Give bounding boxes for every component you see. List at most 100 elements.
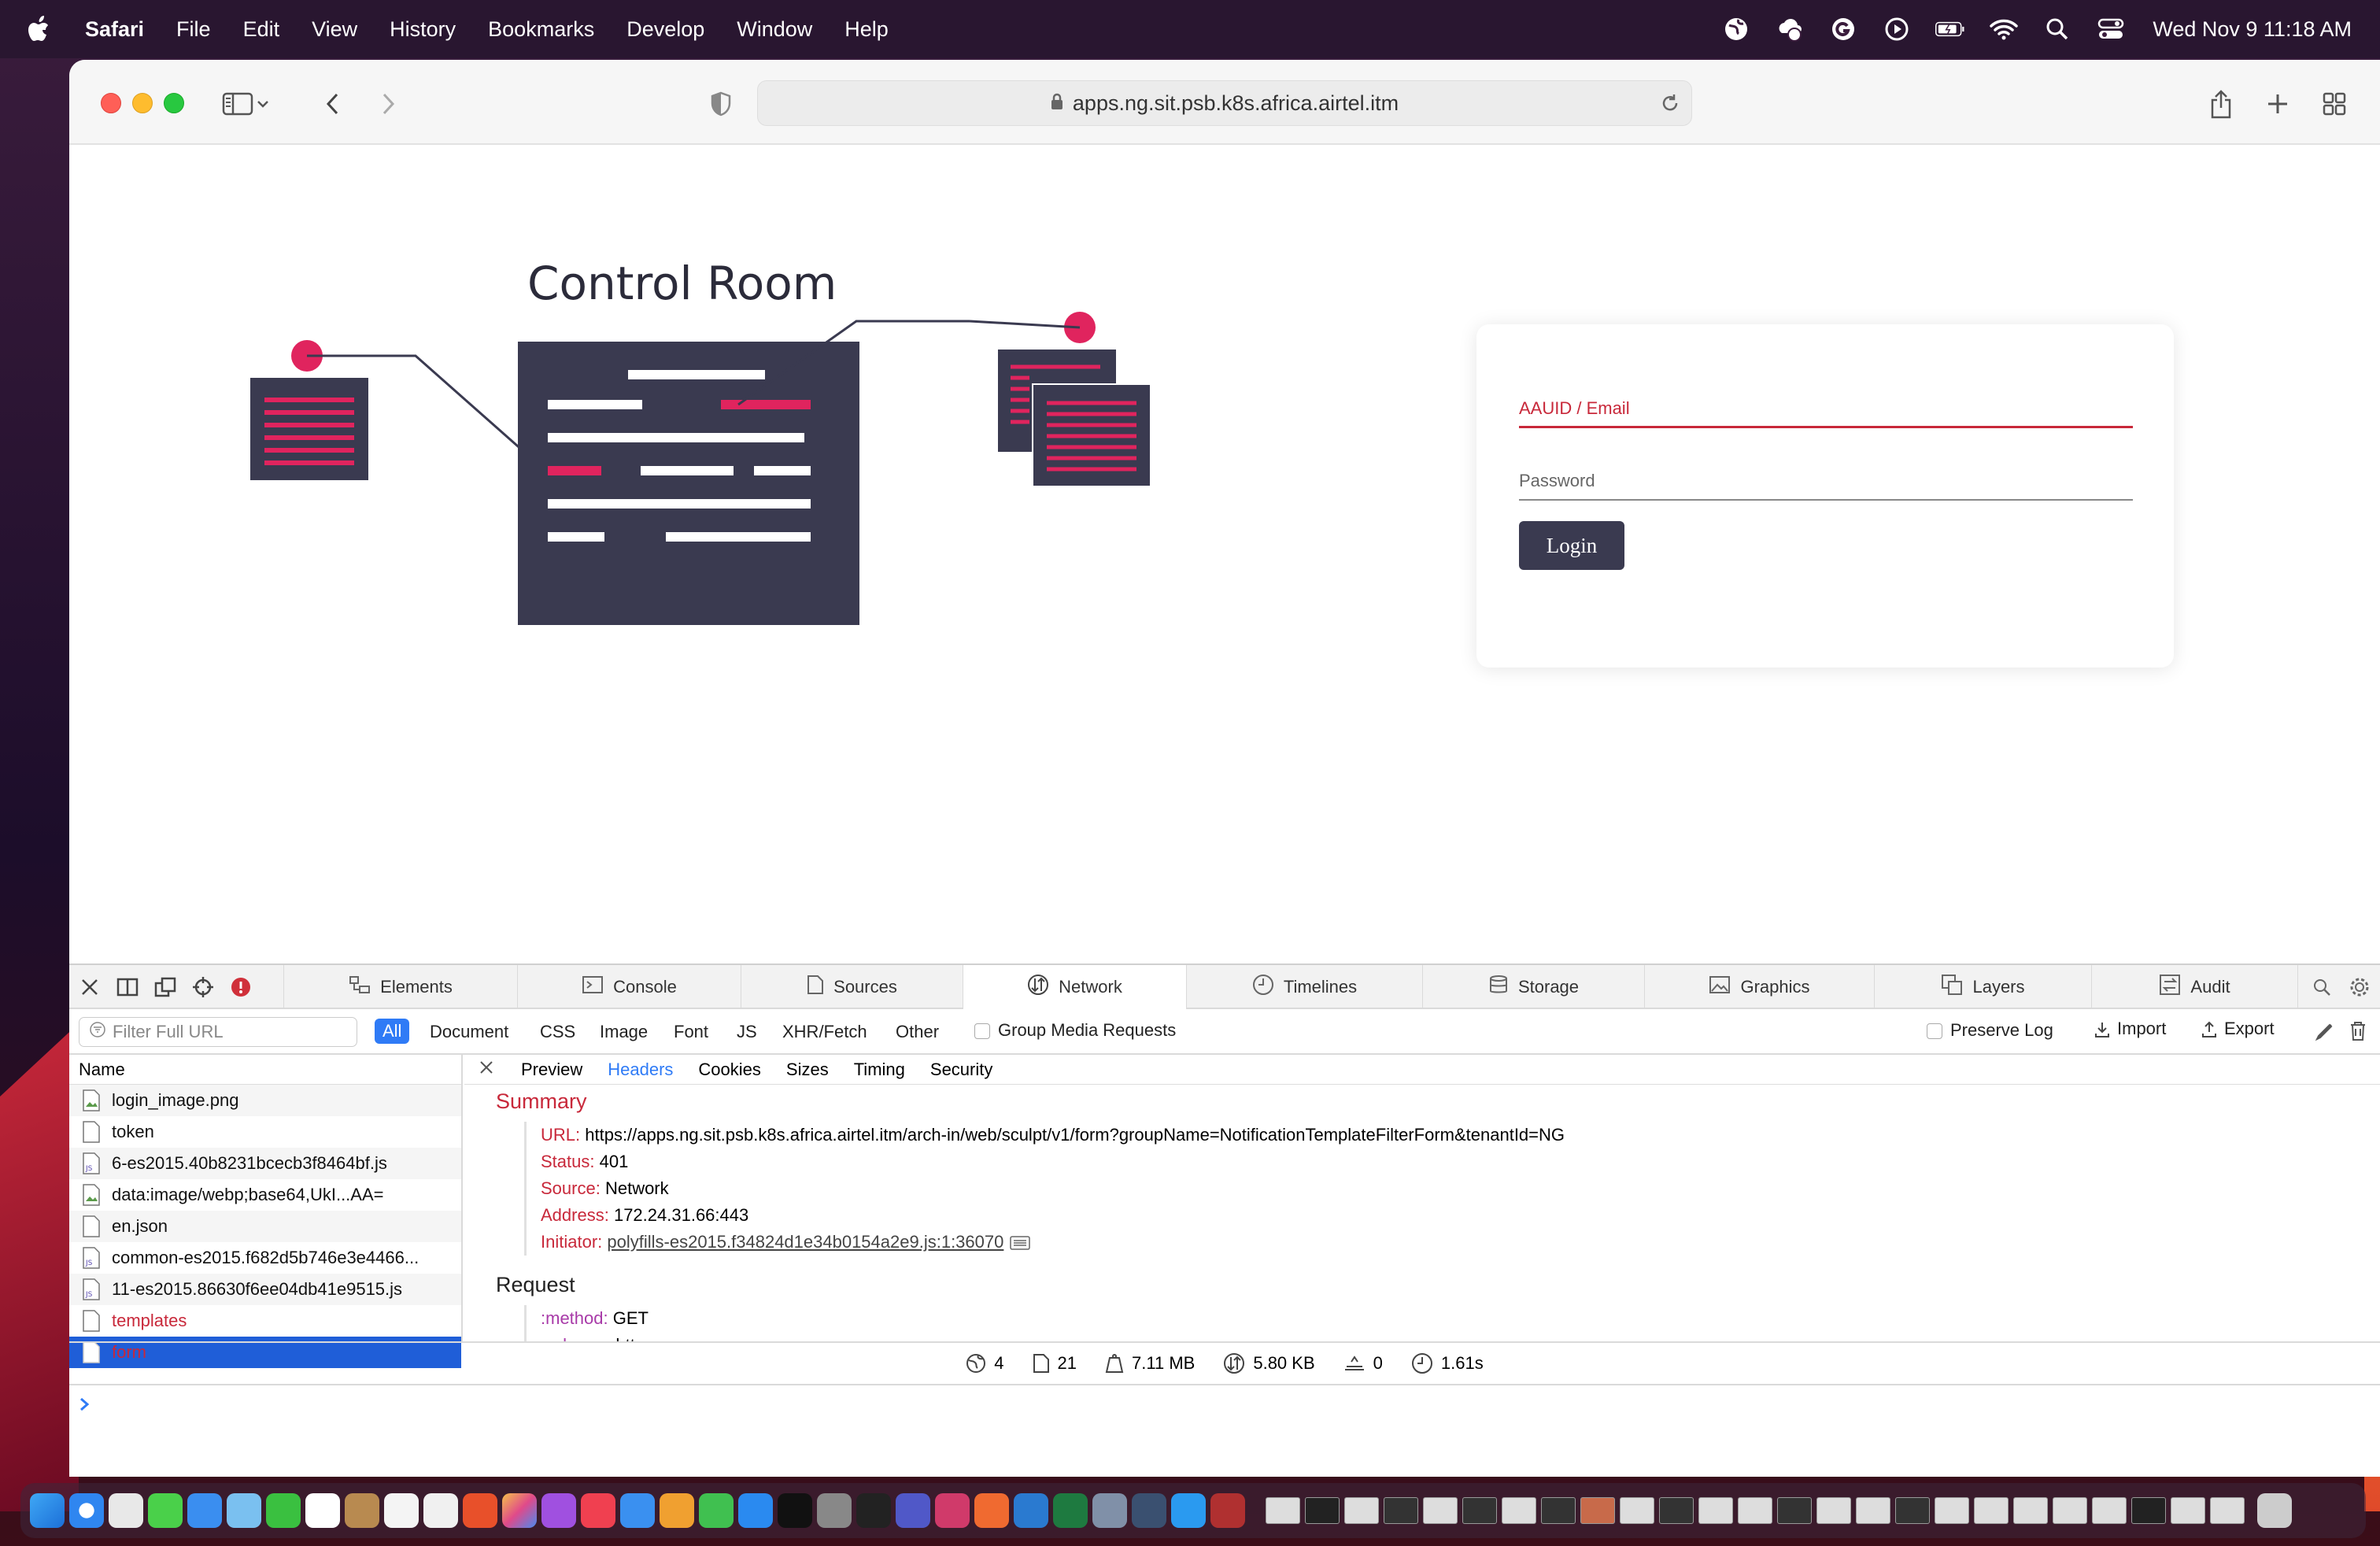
address-bar[interactable]: apps.ng.sit.psb.k8s.africa.airtel.itm [757,80,1692,126]
preserve-log-checkbox[interactable]: Preserve Log [1927,1020,2053,1041]
minimized-window[interactable] [1502,1497,1536,1524]
window-close-button[interactable] [101,93,121,113]
menu-history[interactable]: History [390,17,456,42]
chevron-down-icon[interactable] [253,87,272,121]
battery-icon[interactable] [1935,14,1965,44]
menu-bookmarks[interactable]: Bookmarks [488,17,594,42]
login-button[interactable]: Login [1519,521,1624,570]
error-indicator-icon[interactable] [227,973,255,1001]
trash-icon[interactable] [2257,1493,2292,1528]
request-row[interactable]: data:image/webp;base64,UkI...AA= [69,1179,461,1211]
minimized-window[interactable] [1659,1497,1694,1524]
system-preferences-icon[interactable] [817,1493,852,1528]
share-icon[interactable] [2204,87,2238,121]
calendar-icon[interactable] [305,1493,340,1528]
minimized-window[interactable] [1935,1497,1969,1524]
preserve-log-check[interactable] [1927,1023,1942,1040]
cloud-timer-icon[interactable] [1775,14,1805,44]
sidebar-toggle-icon[interactable] [220,87,255,121]
minimized-window[interactable] [2053,1497,2087,1524]
safari-icon[interactable] [69,1493,104,1528]
messages-icon[interactable] [148,1493,183,1528]
minimized-window[interactable] [1423,1497,1458,1524]
minimized-window[interactable] [1580,1497,1615,1524]
brave-icon[interactable] [463,1493,497,1528]
news-icon[interactable] [581,1493,615,1528]
inspector-settings-icon[interactable] [2345,973,2374,1001]
grammarly-icon[interactable] [1828,14,1858,44]
menu-view[interactable]: View [312,17,357,42]
request-row[interactable]: JS 6-es2015.40b8231bcecb3f8464bf.js [69,1148,461,1179]
new-tab-icon[interactable] [2260,87,2295,121]
screen-sharing-icon[interactable] [1092,1493,1127,1528]
intellij-icon[interactable] [935,1493,970,1528]
finder-icon[interactable] [30,1493,65,1528]
mail-icon[interactable] [187,1493,222,1528]
password-field[interactable] [1519,466,2133,501]
tab-graphics[interactable]: Graphics [1645,965,1875,1009]
menu-window[interactable]: Window [737,17,812,42]
minimized-window[interactable] [1305,1497,1340,1524]
wifi-icon[interactable] [1989,14,2019,44]
docker-icon[interactable] [1171,1493,1206,1528]
globe-vpn-icon[interactable] [1721,14,1751,44]
tab-overview-icon[interactable] [2317,87,2352,121]
group-media-check[interactable] [974,1023,990,1040]
detail-tab-sizes[interactable]: Sizes [786,1060,829,1080]
reload-icon[interactable] [1660,92,1680,120]
minimized-window[interactable] [1462,1497,1497,1524]
app-store-icon[interactable] [738,1493,773,1528]
minimized-window[interactable] [1541,1497,1576,1524]
menu-app-safari[interactable]: Safari [85,17,144,42]
menu-edit[interactable]: Edit [243,17,280,42]
request-row[interactable]: templates [69,1305,461,1337]
tab-timelines[interactable]: Timelines [1187,965,1423,1009]
tab-audit[interactable]: Audit [2092,965,2298,1009]
filter-js[interactable]: JS [737,1022,757,1042]
call-stack-icon[interactable] [1009,1232,1031,1252]
minimized-window[interactable] [1620,1497,1654,1524]
window-maximize-button[interactable] [164,93,184,113]
detail-tab-headers[interactable]: Headers [608,1060,673,1080]
detail-tab-preview[interactable]: Preview [521,1060,582,1080]
import-button[interactable]: Import [2094,1019,2166,1039]
maps-icon[interactable] [227,1493,261,1528]
filter-url-input[interactable]: Filter Full URL [79,1017,357,1047]
forward-button[interactable] [371,87,406,121]
summary-section-title[interactable]: Summary [496,1089,2380,1114]
tab-sources[interactable]: Sources [741,965,963,1009]
apple-icon[interactable] [27,13,54,45]
postman-icon[interactable] [974,1493,1009,1528]
request-row[interactable]: JS common-es2015.f682d5b746e3e4466... [69,1242,461,1274]
menubar-clock[interactable]: Wed Nov 9 11:18 AM [2153,17,2352,42]
play-circle-icon[interactable] [1882,14,1912,44]
teams-icon[interactable] [896,1493,930,1528]
minimized-window[interactable] [1895,1497,1930,1524]
proxyman-icon[interactable] [1132,1493,1166,1528]
minimized-window[interactable] [2210,1497,2245,1524]
window-minimize-button[interactable] [132,93,153,113]
minimized-window[interactable] [1816,1497,1851,1524]
filter-other[interactable]: Other [896,1022,939,1042]
close-inspector-icon[interactable] [76,973,104,1001]
pages-icon[interactable] [660,1493,694,1528]
console-prompt[interactable] [69,1384,2380,1425]
detail-tab-security[interactable]: Security [930,1060,992,1080]
request-row[interactable]: token [69,1116,461,1148]
request-row[interactable]: login_image.png [69,1085,461,1116]
detail-tab-timing[interactable]: Timing [854,1060,905,1080]
filter-document[interactable]: Document [430,1022,508,1042]
minimized-window[interactable] [1266,1497,1300,1524]
request-row[interactable]: JS 11-es2015.86630f6ee04db41e9515.js [69,1274,461,1305]
dock-side-icon[interactable] [113,973,142,1001]
spotlight-search-icon[interactable] [2042,14,2072,44]
privacy-shield-icon[interactable] [704,87,738,121]
disable-caches-icon[interactable] [2314,1020,2336,1047]
clear-log-icon[interactable] [2349,1020,2367,1047]
filter-all[interactable]: All [375,1019,410,1044]
reminders-icon[interactable] [384,1493,419,1528]
filter-image[interactable]: Image [600,1022,648,1042]
dictionary-icon[interactable] [1210,1493,1245,1528]
filter-font[interactable]: Font [674,1022,708,1042]
detail-tab-cookies[interactable]: Cookies [698,1060,760,1080]
